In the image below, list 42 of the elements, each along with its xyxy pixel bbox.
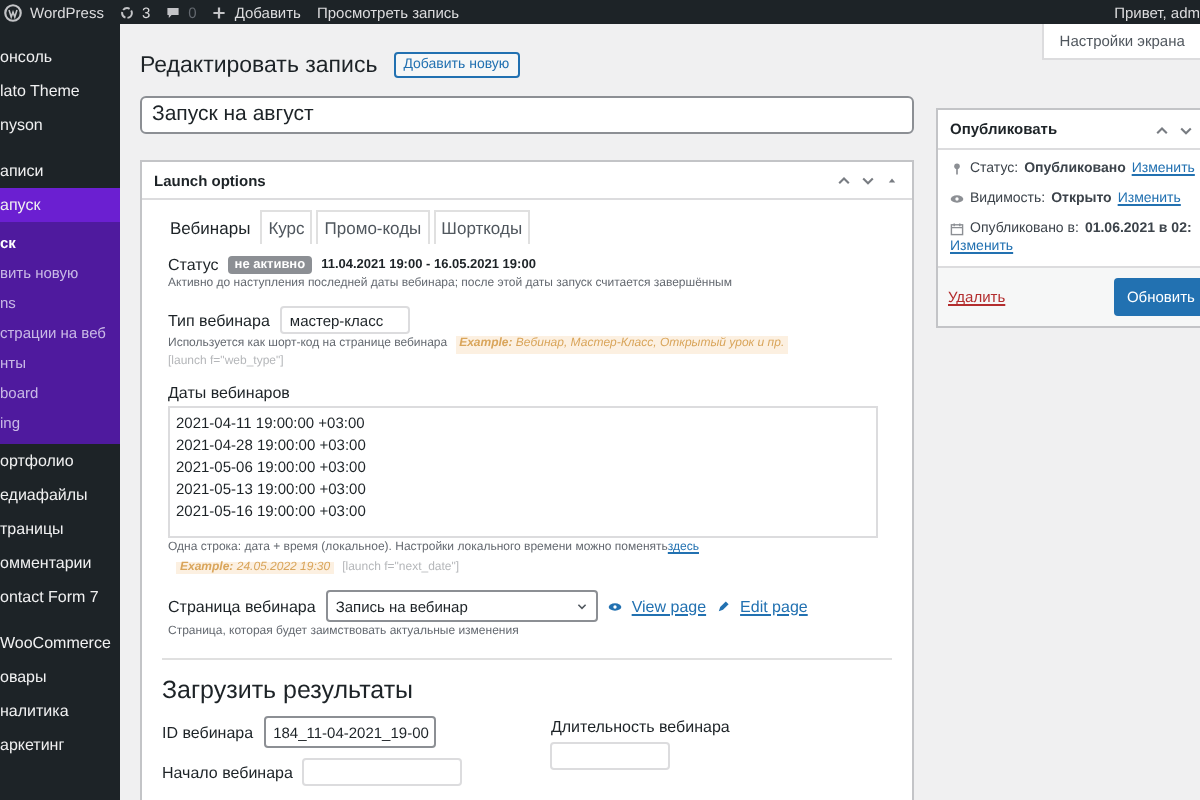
page-title: Редактировать запись — [140, 53, 378, 77]
field-label: Статус — [168, 256, 219, 274]
field-label: Длительность вебинара — [550, 718, 730, 736]
eye-icon — [607, 599, 622, 613]
sidebar-item[interactable]: налитика — [0, 694, 120, 728]
tab[interactable]: Курс — [260, 210, 313, 244]
plus-icon[interactable] — [212, 5, 227, 19]
sidebar-item[interactable]: ontact Form 7 — [0, 580, 120, 614]
sidebar-item[interactable]: онсоль — [0, 40, 120, 74]
sidebar-item[interactable]: омментарии — [0, 546, 120, 580]
field-label: Страница вебинара — [168, 597, 316, 615]
sidebar-item[interactable]: nyson — [0, 108, 120, 142]
sidebar-item[interactable]: lato Theme — [0, 74, 120, 108]
tab[interactable]: Вебинары — [162, 210, 257, 244]
wordpress-logo-icon[interactable] — [4, 3, 22, 21]
title-field[interactable]: Запуск на август — [140, 96, 914, 134]
field-label: Тип вебинара — [168, 311, 270, 329]
calendar-icon — [950, 222, 964, 236]
field-label: ID вебинара — [162, 723, 254, 741]
sidebar-item[interactable]: траницы — [0, 512, 120, 546]
tab[interactable]: Шорткоды — [433, 210, 531, 244]
refresh-icon[interactable] — [119, 5, 134, 19]
section-heading: Загрузить результаты — [162, 676, 416, 704]
sidebar-item[interactable]: аписи — [0, 154, 120, 188]
field-label: Начало вебинара — [162, 763, 293, 781]
sidebar-item[interactable]: ортфолио — [0, 444, 120, 478]
edit-page-link[interactable]: Edit page — [740, 597, 808, 615]
tab[interactable]: Промо-коды — [316, 210, 430, 244]
eye-icon — [950, 192, 964, 206]
view-page-link[interactable]: View page — [631, 597, 707, 615]
pencil-icon — [716, 599, 731, 613]
pin-icon — [950, 162, 964, 176]
field-label: Даты вебинаров — [168, 384, 292, 402]
sidebar-item[interactable]: едиафайлы — [0, 478, 120, 512]
comment-icon[interactable] — [166, 5, 181, 19]
chevron-icon — [575, 600, 588, 612]
input-field[interactable] — [302, 758, 463, 786]
sidebar-item[interactable]: апуск — [0, 188, 120, 222]
sidebar-item[interactable]: овары — [0, 660, 120, 694]
sidebar-item[interactable]: аркетинг — [0, 728, 120, 762]
sidebar-item[interactable]: WooCommerce — [0, 626, 120, 660]
input-field[interactable] — [550, 742, 671, 770]
